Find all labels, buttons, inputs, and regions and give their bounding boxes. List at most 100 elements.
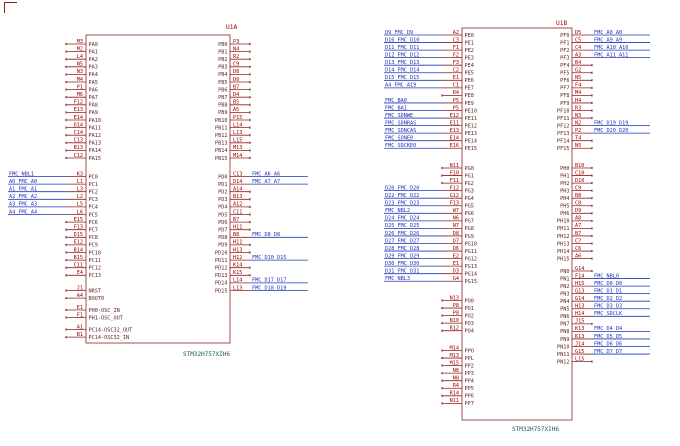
u1a-pin-pc2-number: L3 xyxy=(77,187,83,193)
u1b-pin-pf11-number: N3 xyxy=(575,113,581,119)
u1a-pin-pa1-name: PA1 xyxy=(89,49,98,55)
u1a-pin-pa15-number: C12 xyxy=(74,153,83,159)
u1b-pin-pg10-number: D7 xyxy=(453,238,459,244)
u1a-pin-pa7-number: M6 xyxy=(77,92,83,98)
u1b-pin-ph11-number: A7 xyxy=(575,223,581,229)
u1b-pin-pe4-number: F3 xyxy=(453,60,459,66)
u1b-pin-pn3-name: PN3 xyxy=(560,291,569,297)
u1b-pin-pg3-name: PG3 xyxy=(465,188,474,194)
u1b-pin-pg5-number: F13 xyxy=(450,201,459,207)
u1a-pin-pc8-name: PC8 xyxy=(89,235,98,241)
u1a-pin-pb10-name: PB10 xyxy=(215,118,228,124)
u1b-pin-ph0-number: B10 xyxy=(575,163,584,169)
u1a-pin-pa10-name: PA10 xyxy=(89,118,102,124)
u1b-pin-ph13-number: C7 xyxy=(575,238,581,244)
u1a-pin-pb11-name: PB11 xyxy=(215,125,228,131)
u1a-pin-pa14-number: B13 xyxy=(74,145,83,151)
u1b-body xyxy=(461,27,573,421)
u1b-pin-ph1-number: C10 xyxy=(575,170,584,176)
u1a-pin-pc3-number: L2 xyxy=(77,194,83,200)
u1b-pin-pn3-number: G13 xyxy=(575,288,584,294)
u1a-pin-pc5-number: L6 xyxy=(77,209,83,215)
u1a-pin-pa3-number: N5 xyxy=(77,62,83,68)
u1b-pin-pp4-number: N8 xyxy=(453,376,459,382)
u1b-pin-pe9-number: P5 xyxy=(453,98,459,104)
u1b-pin-ph2-name: PH2 xyxy=(560,181,569,187)
u1b-pin-po1-number: P8 xyxy=(453,303,459,309)
u1a-pin-pb12-number: L13 xyxy=(233,130,242,136)
u1a-pin-pb7-name: PB7 xyxy=(218,95,227,101)
u1b-pin-ph13-name: PH13 xyxy=(557,241,570,247)
u1b-pin-pf1-number: C5 xyxy=(575,37,581,43)
u1a-pin-pd3-name: PD3 xyxy=(218,197,227,203)
u1b-pin-ph5-number: C8 xyxy=(575,201,581,207)
u1b-pin-pg10-name: PG10 xyxy=(465,241,478,247)
u1b-pin-pe9-name: PE9 xyxy=(465,101,474,107)
u1a-pin-pb6-number: B7 xyxy=(233,84,239,90)
u1b-pin-pp2-name: PP2 xyxy=(465,363,474,369)
u1b-pin-pp7-number: N11 xyxy=(450,398,459,404)
u1a-pin-pd12-name: PD12 xyxy=(215,266,228,272)
u1b-pin-pg1-number: F10 xyxy=(450,170,459,176)
u1b-pin-pf1-name: PF1 xyxy=(560,40,569,46)
u1a-pin-pa13-number: C13 xyxy=(74,138,83,144)
u1a-pin-pc14-osc32-out-name: PC14-OSC32_OUT xyxy=(89,327,133,333)
u1b-pin-pf8-number: M4 xyxy=(575,90,581,96)
u1b-pin-po0-name: PO0 xyxy=(465,298,474,304)
u1a-pin-pa4-name: PA4 xyxy=(89,72,98,78)
u1a-pin-pc9-number: E12 xyxy=(74,240,83,246)
u1b-pin-pp3-name: PP3 xyxy=(465,371,474,377)
u1a-pin-pa8-number: F12 xyxy=(74,100,83,106)
u1b-net-fmc-a9-a9-label: FMC_A9_A9 xyxy=(594,37,622,43)
u1b-net-fmc-sdclk-label: FMC_SDCLK xyxy=(594,311,623,317)
u1a-pin-ph0-osc-in-name: PH0-OSC_IN xyxy=(89,308,120,314)
u1b-pin-pe3-number: F2 xyxy=(453,52,459,58)
u1b-pin-pe8-name: PE8 xyxy=(465,93,474,99)
u1b-pin-pf6-number: N5 xyxy=(575,75,581,81)
u1a-pin-pc12-name: PC12 xyxy=(89,266,102,272)
u1a-pin-pc1-number: L1 xyxy=(77,179,83,185)
u1a-pin-pc7-number: F13 xyxy=(74,225,83,231)
u1b-net-d12-fmc-d12-label: D12_FMC_D12 xyxy=(385,52,419,58)
u1b-net-d29-fmc-d29-label: D29_FMC_D29 xyxy=(385,253,419,259)
u1a-pin-pb3-name: PB3 xyxy=(218,65,227,71)
u1a-pin-pc11-number: B15 xyxy=(74,255,83,261)
u1b-pin-pe13-number: E13 xyxy=(450,128,459,134)
u1a-pin-pb15-number: M14 xyxy=(233,153,242,159)
u1b-pin-pn11-number: G15 xyxy=(575,349,584,355)
u1b-net-fmc-d0-d0-label: FMC_D0_D0 xyxy=(594,281,622,287)
u1b-pin-pn0-name: PN0 xyxy=(560,269,569,275)
u1b-pin-pf3-name: PF3 xyxy=(560,55,569,61)
u1b-pin-pf15-name: PF15 xyxy=(557,146,570,152)
u1a-pin-pa5-name: PA5 xyxy=(89,80,98,86)
u1a-pin-pd13-name: PD13 xyxy=(215,273,228,279)
u1a-body xyxy=(85,34,231,344)
u1b-pin-ph14-number: C6 xyxy=(575,246,581,252)
u1b-pin-ph6-number: D9 xyxy=(575,208,581,214)
u1a-pin-pa6-name: PA6 xyxy=(89,87,98,93)
u1b-net-d24-fmc-d24-label: D24_FMC_D24 xyxy=(385,216,419,222)
u1a-pin-pa12-number: C14 xyxy=(74,130,83,136)
u1a-pin-pd8-name: PD8 xyxy=(218,235,227,241)
u1b-pin-pn2-number: H15 xyxy=(575,281,584,287)
u1b-pin-pn6-name: PN6 xyxy=(560,314,569,320)
u1b-pin-ph15-number: A6 xyxy=(575,253,581,259)
u1a-pin-pd7-number: H11 xyxy=(233,225,242,231)
u1b-net-fmc-ba1-label: FMC_BA1 xyxy=(385,105,407,111)
u1a-net-fmc-d17-d17-label: FMC_D17_D17 xyxy=(252,278,286,284)
u1b-pin-pg5-name: PG5 xyxy=(465,204,474,210)
u1a-pin-pc14-osc32-in-number: B1 xyxy=(77,332,83,338)
u1a-pin-pd8-number: B8 xyxy=(233,232,239,238)
u1a-pin-pd2-number: A14 xyxy=(233,187,242,193)
u1a-pin-pb13-name: PB13 xyxy=(215,141,228,147)
u1b-pin-pe3-name: PE3 xyxy=(465,55,474,61)
u1a-pin-ph1-osc-out-number: F1 xyxy=(77,312,83,318)
u1b-pin-pg14-number: D3 xyxy=(453,269,459,275)
u1b-pin-pf13-name: PF13 xyxy=(557,131,570,137)
u1a-pin-pb1-number: N4 xyxy=(233,46,239,52)
u1b-pin-pp6-number: R14 xyxy=(450,391,459,397)
u1b-net-d22-fmc-d22-label: D22_FMC_D22 xyxy=(385,193,419,199)
u1b-pin-pe0-name: PE0 xyxy=(465,33,474,39)
u1b-pin-ph2-number: D10 xyxy=(575,178,584,184)
u1a-pin-pa5-number: M4 xyxy=(77,77,83,83)
